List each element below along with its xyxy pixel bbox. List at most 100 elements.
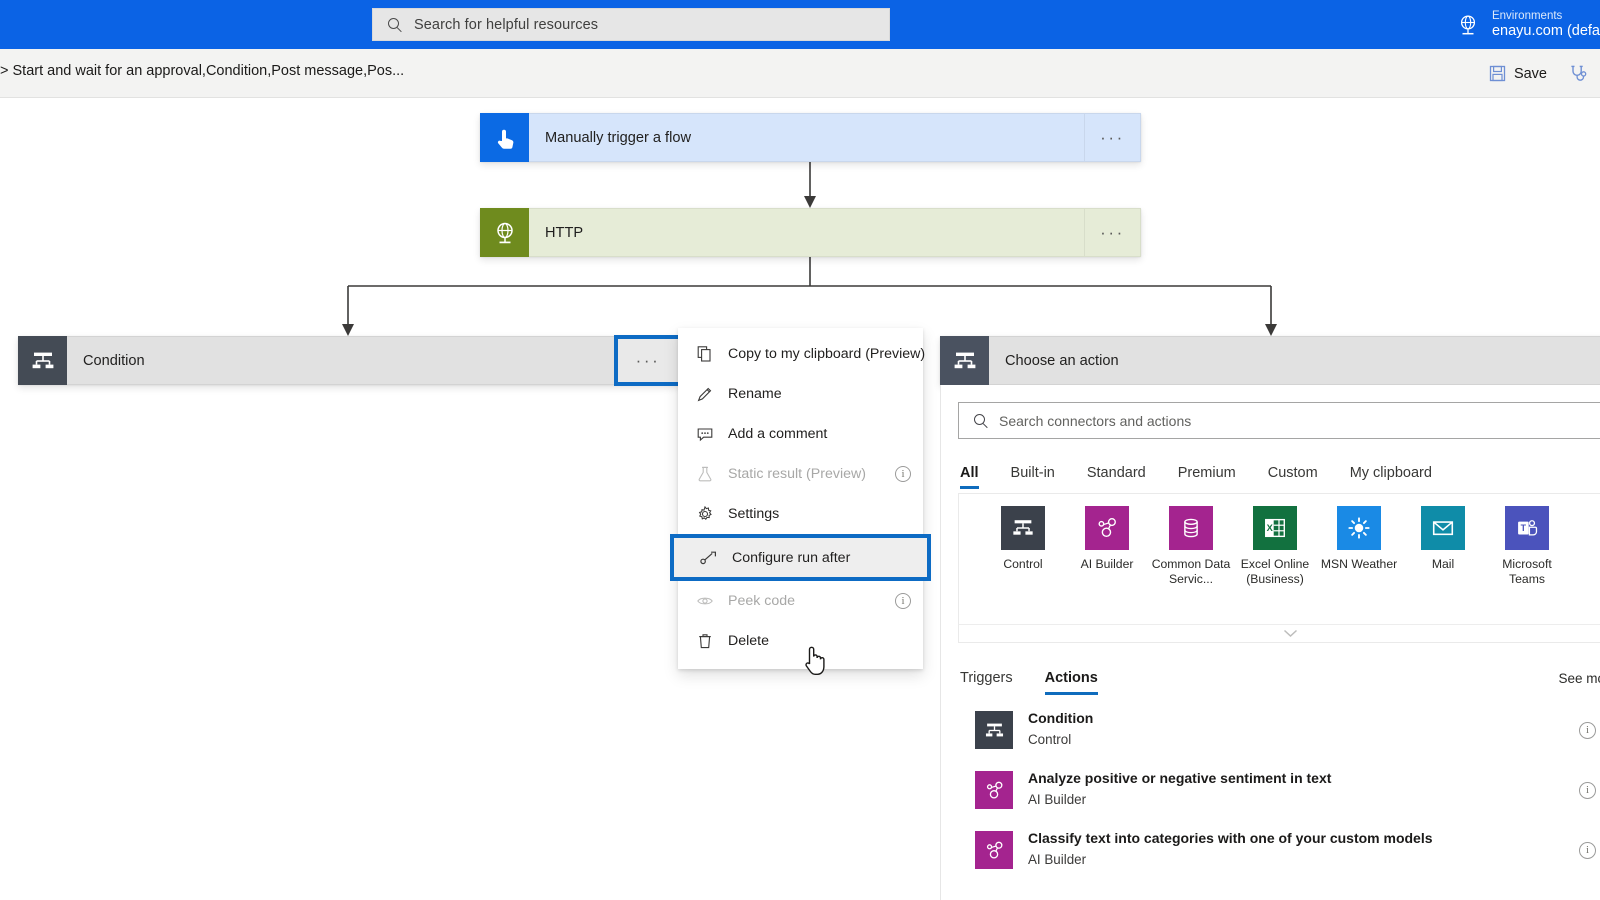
ai-builder-icon — [1085, 506, 1129, 550]
environment-globe-icon — [1455, 12, 1481, 38]
list-item[interactable]: Classify text into categories with one o… — [958, 820, 1600, 880]
connector-name: Microsoft Teams — [1502, 557, 1552, 587]
list-item[interactable]: Analyze positive or negative sentiment i… — [958, 760, 1600, 820]
flow-canvas: Manually trigger a flow ··· HTTP ··· Con… — [0, 98, 1600, 900]
flow-node-title: Manually trigger a flow — [529, 113, 1085, 162]
info-icon[interactable]: i — [895, 593, 911, 609]
choose-an-action-panel: Search connectors and actions All Built-… — [940, 385, 1600, 900]
flask-icon — [696, 466, 714, 482]
triggers-actions-tabs: Triggers Actions See more — [958, 655, 1600, 695]
action-connector: Control — [1028, 732, 1072, 747]
connector-name: AI Builder — [1080, 557, 1134, 571]
tab-triggers[interactable]: Triggers — [958, 670, 1029, 695]
menu-item-rename[interactable]: Rename — [678, 374, 923, 414]
chevron-down-icon — [1283, 629, 1298, 638]
connector-common-data-service[interactable]: Common Data Servic... — [1149, 506, 1233, 588]
tab-my-clipboard[interactable]: My clipboard — [1334, 465, 1448, 489]
condition-menu-button[interactable]: ··· — [614, 335, 682, 386]
node-context-menu: Copy to my clipboard (Preview) Rename Ad… — [670, 328, 931, 669]
menu-item-label: Configure run after — [732, 549, 851, 566]
condition-control-icon — [18, 336, 67, 385]
connector-search-input[interactable]: Search connectors and actions — [958, 402, 1600, 439]
info-icon[interactable]: i — [895, 466, 911, 482]
menu-item-settings[interactable]: Settings — [678, 494, 923, 534]
app-header: Search for helpful resources Environment… — [0, 0, 1600, 49]
see-more-link[interactable]: See more — [1558, 671, 1600, 695]
menu-item-copy-to-clipboard[interactable]: Copy to my clipboard (Preview) — [678, 334, 925, 374]
flow-node-manual-trigger[interactable]: Manually trigger a flow ··· — [480, 113, 1141, 162]
flow-node-title: Condition — [67, 336, 615, 385]
connector-name: Common Data Servic... — [1151, 557, 1231, 587]
environment-selector[interactable]: Environments enayu.com (defa — [1455, 0, 1600, 49]
connector-mail[interactable]: Mail — [1401, 506, 1485, 572]
flow-node-menu-button[interactable]: ··· — [1085, 208, 1141, 257]
list-item[interactable]: Condition Control i — [958, 700, 1600, 760]
flow-node-menu-button[interactable]: ··· — [1085, 113, 1141, 162]
tab-premium[interactable]: Premium — [1162, 465, 1252, 489]
connector-search-placeholder: Search connectors and actions — [999, 412, 1192, 429]
msn-weather-icon — [1337, 506, 1381, 550]
mail-envelope-icon — [1421, 506, 1465, 550]
info-icon[interactable]: i — [1579, 841, 1596, 859]
command-bar: > Start and wait for an approval,Conditi… — [0, 49, 1600, 98]
save-button[interactable]: Save — [1485, 56, 1551, 92]
connector-msn-weather[interactable]: MSN Weather — [1317, 506, 1401, 572]
flow-checker-button[interactable] — [1565, 56, 1592, 92]
tab-standard[interactable]: Standard — [1071, 465, 1162, 489]
info-icon[interactable]: i — [1579, 721, 1596, 739]
flow-node-title: HTTP — [529, 208, 1085, 257]
tab-custom[interactable]: Custom — [1252, 465, 1334, 489]
connector-name: MSN Weather — [1320, 557, 1398, 571]
connector-ai-builder[interactable]: AI Builder — [1065, 506, 1149, 572]
comment-icon — [696, 426, 714, 442]
action-name: Classify text into categories with one o… — [1028, 830, 1433, 847]
menu-item-add-a-comment[interactable]: Add a comment — [678, 414, 923, 454]
search-icon — [973, 413, 988, 428]
breadcrumb[interactable]: > Start and wait for an approval,Conditi… — [0, 63, 404, 79]
connector-control[interactable]: Control — [981, 506, 1065, 572]
http-globe-icon — [480, 208, 529, 257]
connector-grid-expander[interactable] — [958, 624, 1600, 643]
run-after-link-icon — [700, 550, 718, 566]
connector-name: Excel Online (Business) — [1240, 557, 1310, 587]
flow-node-choose-an-action[interactable]: Choose an action — [940, 336, 1600, 385]
svg-text:X: X — [1267, 523, 1274, 533]
menu-item-label: Static result (Preview) — [728, 466, 866, 482]
flow-checker-stethoscope-icon — [1569, 64, 1588, 83]
common-data-service-icon — [1169, 506, 1213, 550]
copy-icon — [696, 346, 714, 362]
info-icon[interactable]: i — [1579, 781, 1596, 799]
flow-node-http[interactable]: HTTP ··· — [480, 208, 1141, 257]
ai-builder-icon — [975, 771, 1013, 809]
action-name: Analyze positive or negative sentiment i… — [1028, 770, 1332, 787]
menu-item-label: Rename — [728, 386, 782, 402]
connector-name: Mail — [1431, 557, 1455, 571]
connector-microsoft-teams[interactable]: T Microsoft Teams — [1485, 506, 1569, 588]
tab-built-in[interactable]: Built-in — [995, 465, 1071, 489]
menu-item-label: Peek code — [728, 593, 796, 609]
connector-excel-online-business[interactable]: X Excel Online (Business) — [1233, 506, 1317, 588]
tab-actions[interactable]: Actions — [1029, 670, 1114, 695]
manual-trigger-hand-icon — [480, 113, 529, 162]
ai-builder-icon — [975, 831, 1013, 869]
flow-node-condition[interactable]: Condition ··· — [18, 335, 682, 386]
trash-icon — [696, 633, 714, 649]
microsoft-teams-icon: T — [1505, 506, 1549, 550]
condition-control-icon — [940, 336, 989, 385]
tab-all[interactable]: All — [958, 465, 995, 489]
menu-item-peek-code[interactable]: Peek code i — [678, 581, 923, 621]
menu-item-static-result[interactable]: Static result (Preview) i — [678, 454, 923, 494]
save-floppy-icon — [1489, 65, 1506, 82]
action-connector: AI Builder — [1028, 852, 1087, 867]
eye-icon — [696, 593, 714, 609]
action-connector: AI Builder — [1028, 792, 1087, 807]
menu-item-configure-run-after[interactable]: Configure run after — [670, 534, 931, 581]
environment-label: Environments — [1491, 9, 1563, 22]
gear-icon — [696, 506, 714, 522]
menu-item-label: Settings — [728, 506, 780, 522]
excel-icon: X — [1253, 506, 1297, 550]
menu-item-delete[interactable]: Delete — [678, 621, 923, 661]
global-search-input[interactable]: Search for helpful resources — [372, 8, 890, 41]
pencil-icon — [696, 386, 714, 402]
environment-value: enayu.com (defa — [1491, 22, 1600, 39]
